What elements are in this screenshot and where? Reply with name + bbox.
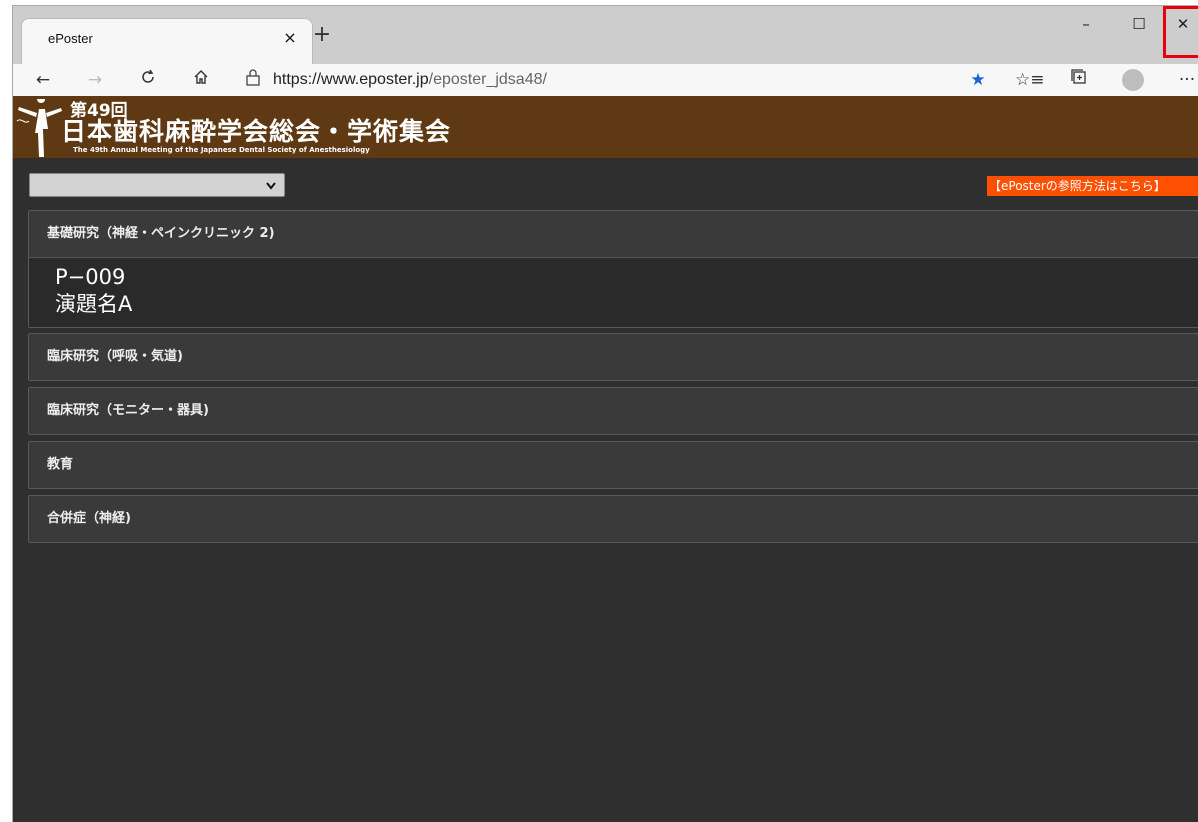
browser-window: ePoster × + – ☐ ✕ ← → https://www.eposte… (12, 5, 1198, 822)
section-header[interactable]: 合併症（神経) (29, 496, 1198, 542)
new-tab-button[interactable]: + (309, 23, 335, 49)
chevron-down-icon (266, 175, 276, 197)
home-icon[interactable] (189, 68, 213, 92)
forward-arrow-icon[interactable]: → (83, 68, 107, 92)
poster-entry[interactable]: P−009 演題名A (29, 257, 1198, 327)
favorites-list-icon[interactable]: ☆≡ (1015, 68, 1044, 92)
section-basic-research: 基礎研究（神経・ペインクリニック 2) P−009 演題名A (28, 210, 1198, 328)
url-host: https://www.eposter.jp (273, 71, 429, 88)
poster-number: P−009 (55, 265, 126, 289)
section-header[interactable]: 臨床研究（呼吸・気道) (29, 334, 1198, 380)
banner-title: 日本歯科麻酔学会総会・学術集会 (61, 117, 452, 146)
section-education: 教育 (28, 441, 1198, 489)
section-header[interactable]: 臨床研究（モニター・器具) (29, 388, 1198, 434)
lock-icon[interactable] (241, 68, 265, 92)
address-toolbar: ← → https://www.eposter.jp/eposter_jdsa4… (13, 64, 1198, 96)
url-field[interactable]: https://www.eposter.jp/eposter_jdsa48/ (273, 71, 547, 89)
favorite-star-icon[interactable]: ★ (966, 68, 990, 92)
section-clinical-respiratory: 臨床研究（呼吸・気道) (28, 333, 1198, 381)
section-complications: 合併症（神経) (28, 495, 1198, 543)
site-banner: 第49回 日本歯科麻酔学会総会・学術集会 The 49th Annual Mee… (13, 96, 1198, 158)
url-path: /eposter_jdsa48/ (428, 71, 547, 88)
eposter-help-link[interactable]: 【ePosterの参照方法はこちら】 (987, 176, 1198, 196)
browser-tab[interactable]: ePoster × (21, 18, 313, 64)
dancer-logo-icon (16, 99, 62, 157)
back-arrow-icon[interactable]: ← (31, 68, 55, 92)
collections-icon[interactable] (1067, 68, 1091, 92)
web-page: 第49回 日本歯科麻酔学会総会・学術集会 The 49th Annual Mee… (13, 96, 1198, 822)
close-window-button[interactable]: ✕ (1163, 6, 1198, 58)
banner-english-title: The 49th Annual Meeting of the Japanese … (73, 146, 370, 154)
section-clinical-monitor: 臨床研究（モニター・器具) (28, 387, 1198, 435)
tab-title: ePoster (48, 31, 93, 46)
poster-title: 演題名A (55, 292, 133, 316)
more-icon[interactable]: ··· (1175, 68, 1198, 92)
profile-icon[interactable] (1121, 68, 1145, 92)
minimize-button[interactable]: – (1063, 6, 1109, 46)
tab-close-icon[interactable]: × (280, 28, 300, 48)
tab-bar: ePoster × + – ☐ ✕ (13, 6, 1198, 64)
reload-icon[interactable] (136, 68, 160, 92)
maximize-button[interactable]: ☐ (1116, 6, 1162, 46)
section-header[interactable]: 基礎研究（神経・ペインクリニック 2) (29, 211, 1198, 257)
category-select[interactable] (29, 173, 285, 197)
section-header[interactable]: 教育 (29, 442, 1198, 488)
